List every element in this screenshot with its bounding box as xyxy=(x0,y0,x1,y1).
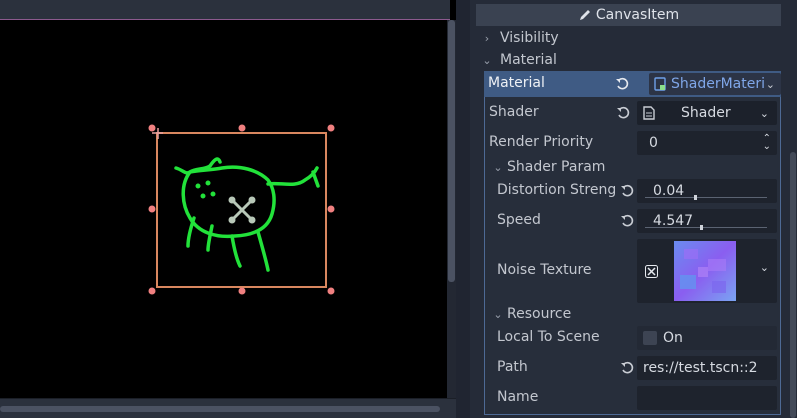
revert-icon[interactable] xyxy=(614,76,630,92)
speed-slider[interactable]: 4.547 xyxy=(637,209,777,233)
chevron-down-icon: ⌄ xyxy=(493,160,503,174)
revert-icon[interactable] xyxy=(619,213,635,229)
material-property-row: Material ShaderMateri ⌄ xyxy=(484,71,781,97)
shader-resource-picker[interactable]: Shader ⌄ xyxy=(637,101,777,125)
slider-grabber[interactable] xyxy=(699,225,703,230)
render-priority-label: Render Priority xyxy=(489,134,594,150)
shader-file-icon xyxy=(643,106,655,120)
viewport-horizontal-scrollbar[interactable] xyxy=(0,398,456,418)
path-value: res://test.tscn::2 xyxy=(643,360,758,376)
material-sub-inspector: Shader Shader ⌄ Render Priority 0 ⌃ ⌄ ⌄ S… xyxy=(484,97,781,415)
canvasitem-section-header[interactable]: CanvasItem xyxy=(476,4,781,26)
viewport-vertical-scrollbar[interactable] xyxy=(447,20,456,398)
speed-label: Speed xyxy=(497,212,541,228)
render-priority-spinbox[interactable]: 0 ⌃ ⌄ xyxy=(637,131,777,155)
spin-arrows-icon[interactable]: ⌃ ⌄ xyxy=(763,134,771,152)
handle-bottom-right xyxy=(327,287,335,295)
local-to-scene-value: On xyxy=(663,330,683,346)
chevron-right-icon: › xyxy=(484,31,490,45)
chevron-down-icon[interactable]: ⌄ xyxy=(760,107,769,120)
inspector-panel: CanvasItem › Visibility ⌄ Material Mater… xyxy=(470,0,797,418)
material-label: Material xyxy=(488,75,545,91)
resource-group[interactable]: ⌄ Resource xyxy=(491,305,571,323)
chevron-down-icon[interactable]: ⌄ xyxy=(766,78,775,91)
render-priority-value: 0 xyxy=(649,135,658,151)
revert-icon[interactable] xyxy=(619,183,635,199)
material-resource-name: ShaderMateri xyxy=(671,76,766,92)
handle-mid-right xyxy=(327,205,335,213)
distortion-slider[interactable]: 0.04 xyxy=(637,179,777,203)
resource-label: Resource xyxy=(507,306,572,322)
panel-splitter[interactable] xyxy=(456,0,470,418)
scene-canvas[interactable] xyxy=(0,0,447,398)
checkbox-box[interactable] xyxy=(643,331,657,345)
distortion-label: Distortion Streng xyxy=(497,182,617,198)
revert-icon[interactable] xyxy=(615,105,631,121)
shader-label: Shader xyxy=(489,104,539,120)
shader-material-icon xyxy=(653,77,667,91)
name-label: Name xyxy=(497,389,539,405)
local-to-scene-checkbox[interactable]: On xyxy=(637,326,777,350)
section-title: CanvasItem xyxy=(595,7,680,23)
material-resource-picker[interactable]: ShaderMateri ⌄ xyxy=(649,73,781,95)
inspector-scrollbar[interactable] xyxy=(790,152,796,418)
chevron-down-icon[interactable]: ⌄ xyxy=(760,261,769,274)
pencil-icon xyxy=(578,8,592,22)
node-center-icon xyxy=(228,196,256,224)
path-label: Path xyxy=(497,359,528,375)
canvas-viewport[interactable] xyxy=(0,0,456,418)
visibility-group[interactable]: › Visibility xyxy=(480,28,559,48)
noise-texture-label: Noise Texture xyxy=(497,262,592,278)
shader-value: Shader xyxy=(681,105,731,121)
handle-top-right xyxy=(327,124,335,132)
name-input[interactable] xyxy=(637,386,777,410)
material-group-label: Material xyxy=(500,52,557,68)
local-to-scene-label: Local To Scene xyxy=(497,329,600,345)
handle-mid-left xyxy=(148,205,156,213)
handle-top-left xyxy=(148,124,156,132)
shader-param-group[interactable]: ⌄ Shader Param xyxy=(491,158,605,176)
material-group[interactable]: ⌄ Material xyxy=(480,50,557,70)
path-input[interactable]: res://test.tscn::2 xyxy=(637,356,777,380)
handle-top-mid xyxy=(238,124,246,132)
visibility-label: Visibility xyxy=(500,30,559,46)
slider-grabber[interactable] xyxy=(693,195,697,200)
noise-texture-icon xyxy=(645,265,658,278)
handle-bottom-left xyxy=(148,287,156,295)
handle-bottom-mid xyxy=(238,287,246,295)
noise-texture-preview xyxy=(674,241,736,301)
chevron-down-icon: ⌄ xyxy=(482,53,492,67)
revert-icon[interactable] xyxy=(619,360,635,376)
chevron-down-icon: ⌄ xyxy=(493,307,503,321)
noise-texture-picker[interactable]: ⌄ xyxy=(637,239,777,303)
shader-param-label: Shader Param xyxy=(507,159,606,175)
